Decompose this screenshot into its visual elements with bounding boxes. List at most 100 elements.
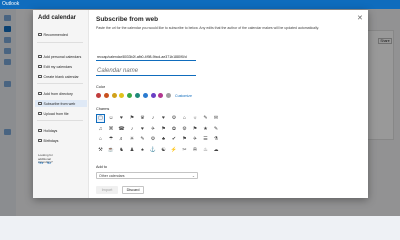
charm-icon[interactable]: ✈	[149, 125, 158, 134]
close-icon[interactable]: ✕	[357, 14, 363, 22]
charm-icon[interactable]: ⌂	[180, 114, 189, 123]
charm-icon[interactable]: ⚗	[212, 135, 221, 144]
import-button[interactable]: Import	[96, 186, 118, 194]
feedback-no-link[interactable]: No	[47, 161, 51, 165]
charm-icon[interactable]: ✈	[191, 135, 200, 144]
charm-icon[interactable]: ⌂	[96, 135, 105, 144]
sidebar-item-create-blank[interactable]: Create blank calendar	[35, 73, 87, 80]
charm-icon[interactable]: ♪	[128, 125, 137, 134]
color-picker: Customize	[96, 93, 192, 98]
charm-icon[interactable]: ✎	[201, 114, 210, 123]
charm-icon[interactable]: ⚑	[180, 135, 189, 144]
calendar-name-input[interactable]: Calendar name	[96, 67, 196, 76]
charm-icon[interactable]: ★	[201, 125, 210, 134]
charm-icon[interactable]: ♥	[159, 114, 168, 123]
sidebar-item-personal-calendars[interactable]: Add personal calendars	[35, 53, 87, 60]
charm-icon[interactable]: ☀	[128, 135, 137, 144]
sidebar-item-label: Upload from file	[43, 111, 69, 116]
charm-icon[interactable]: ☯	[159, 146, 168, 155]
color-swatch[interactable]	[96, 93, 101, 98]
add-calendar-dialog: Add calendar Recommended Add personal ca…	[33, 10, 368, 198]
charm-icon[interactable]: ✎	[138, 135, 147, 144]
charm-icon[interactable]: ♥	[138, 125, 147, 134]
charm-icon[interactable]: ☎	[117, 125, 126, 134]
charm-icon[interactable]: ♞	[117, 146, 126, 155]
charm-icon[interactable]: ✉	[212, 114, 221, 123]
sidebar-item-directory[interactable]: Add from directory	[35, 90, 87, 97]
charm-icon[interactable]: ♛	[138, 114, 147, 123]
charm-icon[interactable]: ⚑	[191, 125, 200, 134]
color-label: Color	[96, 85, 106, 89]
sidebar-item-upload-file[interactable]: Upload from file	[35, 110, 87, 117]
pencil-icon	[38, 64, 42, 69]
sidebar-item-birthdays[interactable]: Birthdays	[35, 137, 87, 144]
charm-icon[interactable]: ♟	[128, 146, 137, 155]
color-swatch[interactable]	[111, 93, 117, 98]
charm-icon[interactable]: ☰	[201, 135, 210, 144]
charm-icon[interactable]: ♫	[96, 125, 105, 134]
charm-icon[interactable]: ✿	[170, 125, 179, 134]
charm-icon[interactable]: ☕	[107, 146, 116, 155]
charm-icon[interactable]: ♠	[138, 146, 147, 155]
add-to-dropdown[interactable]: Other calendars ⌄	[96, 172, 198, 179]
gift-icon	[38, 128, 42, 133]
color-swatch[interactable]	[127, 93, 133, 98]
charm-icon[interactable]: ⚓	[149, 146, 158, 155]
charm-icon[interactable]: ♣	[159, 135, 168, 144]
calendar-url-input[interactable]: reccap/calendar/8033b2f-afb0-4f98-9bcd-a…	[96, 54, 196, 61]
discard-button[interactable]: Discard	[122, 186, 144, 194]
color-swatch[interactable]	[103, 93, 109, 98]
charm-icon[interactable]: ⚙	[149, 135, 158, 144]
charm-icon[interactable]: ⌘	[107, 125, 116, 134]
sidebar-item-recommended[interactable]: Recommended	[35, 31, 87, 38]
sidebar-item-subscribe-web[interactable]: Subscribe from web	[35, 100, 87, 107]
charm-icon[interactable]: ♨	[201, 146, 210, 155]
charm-icon[interactable]: ▢	[96, 114, 105, 123]
charm-icon[interactable]: ⚡	[170, 146, 179, 155]
charm-icon[interactable]: ⚙	[180, 125, 189, 134]
color-swatch[interactable]	[142, 93, 148, 98]
color-swatch[interactable]	[119, 93, 125, 98]
sidebar-item-edit-calendars[interactable]: Edit my calendars	[35, 63, 87, 70]
charms-label: Charms	[96, 107, 110, 111]
color-swatch[interactable]	[158, 93, 164, 98]
charm-icon[interactable]: ✔	[170, 135, 179, 144]
charm-icon[interactable]: ☺	[107, 114, 116, 123]
charm-icon[interactable]: ♬	[117, 135, 126, 144]
divider	[37, 120, 83, 121]
customize-color-link[interactable]: Customize	[175, 94, 192, 98]
charm-icon[interactable]: ✇	[191, 146, 200, 155]
sidebar-item-label: Subscribe from web	[43, 101, 76, 106]
sidebar-item-label: Birthdays	[43, 138, 59, 143]
charm-icon[interactable]: ♪	[149, 114, 158, 123]
sidebar-item-label: Create blank calendar	[43, 74, 79, 79]
app-brand[interactable]: Outlook	[2, 1, 19, 7]
charm-icon[interactable]: ⚑	[128, 114, 137, 123]
charm-icon[interactable]: ☁	[212, 146, 221, 155]
sidebar-item-label: Add personal calendars	[43, 54, 82, 59]
calendar-add-icon	[38, 74, 42, 79]
sidebar-item-holidays[interactable]: Holidays	[35, 127, 87, 134]
color-swatch[interactable]	[134, 93, 140, 98]
sidebar-title: Add calendar	[38, 15, 77, 21]
charm-icon[interactable]: ♥	[117, 114, 126, 123]
charm-icon[interactable]: ✂	[180, 146, 189, 155]
add-to-value: Other calendars	[99, 174, 125, 178]
charm-icon[interactable]: ☂	[107, 135, 116, 144]
divider	[37, 42, 83, 43]
feedback-yes-link[interactable]: Yes	[38, 161, 43, 165]
chevron-down-icon: ⌄	[191, 174, 195, 178]
color-swatch[interactable]	[150, 93, 156, 98]
charm-icon[interactable]: ☼	[191, 114, 200, 123]
globe-icon	[38, 101, 42, 106]
sidebar-item-label: Add from directory	[43, 91, 73, 96]
add-calendar-sidebar: Add calendar Recommended Add personal ca…	[33, 10, 89, 198]
sidebar-item-label: Holidays	[43, 128, 58, 133]
charm-icon[interactable]: ⚒	[96, 146, 105, 155]
people-icon	[38, 91, 42, 96]
charm-icon[interactable]: ⚙	[170, 114, 179, 123]
color-swatch[interactable]	[166, 93, 172, 98]
subscribe-panel: Subscribe from web ✕ Paste the url for t…	[89, 10, 368, 198]
charm-icon[interactable]: ✎	[212, 125, 221, 134]
charm-icon[interactable]: ⚑	[159, 125, 168, 134]
